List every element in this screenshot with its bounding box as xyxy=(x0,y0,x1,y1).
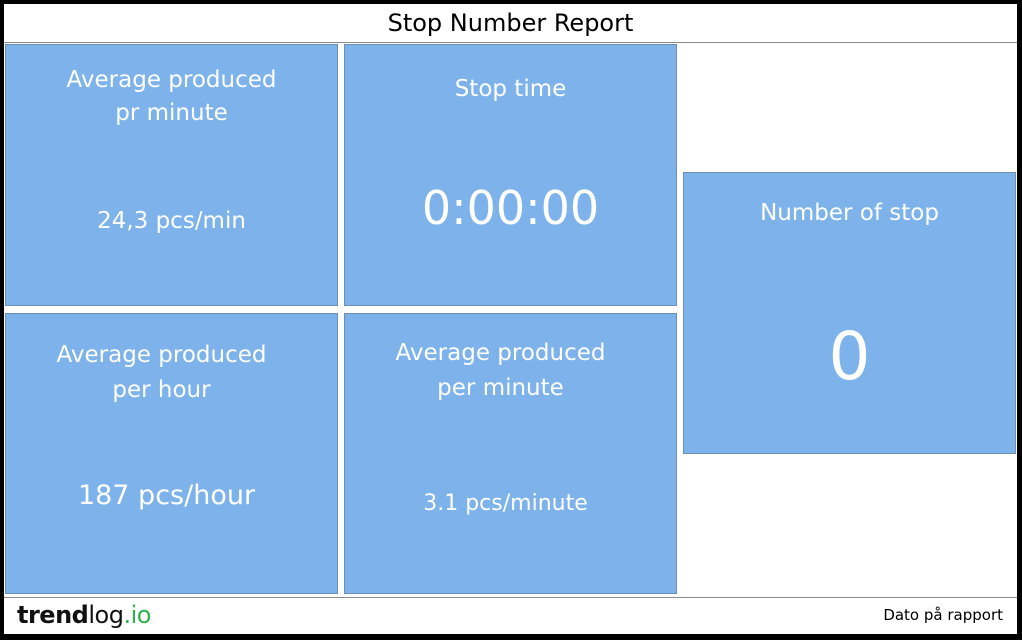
tile-title: Average produced pr minute xyxy=(66,67,277,126)
tile-value: 24,3 pcs/min xyxy=(97,208,246,234)
tile-value: 187 pcs/hour xyxy=(77,480,256,511)
report-frame: Stop Number Report Average produced pr m… xyxy=(4,4,1017,634)
tile-value: 0 xyxy=(828,318,871,395)
report-title: Stop Number Report xyxy=(387,9,634,37)
tile-average-pr-minute: Average produced pr minute 24,3 pcs/min xyxy=(5,44,338,306)
tile-number-of-stop: Number of stop 0 xyxy=(683,172,1016,454)
tile-stop-time: Stop time 0:00:00 xyxy=(344,44,677,306)
tile-average-per-hour: Average produced per hour 187 pcs/hour xyxy=(5,313,338,594)
report-date-label: Dato på rapport xyxy=(883,606,1003,624)
trendlog-logo: trendlog.io xyxy=(17,601,151,629)
report-header: Stop Number Report xyxy=(4,4,1017,43)
tile-title: Average produced per hour xyxy=(56,342,267,403)
tile-value: 3.1 pcs/minute xyxy=(423,491,588,516)
tile-title: Average produced per minute xyxy=(395,340,606,401)
tile-title: Number of stop xyxy=(760,200,939,226)
tile-value: 0:00:00 xyxy=(421,181,600,235)
report-footer: trendlog.io Dato på rapport xyxy=(4,597,1017,634)
tile-title: Stop time xyxy=(454,76,567,102)
tile-average-per-minute: Average produced per minute 3.1 pcs/minu… xyxy=(344,313,677,594)
